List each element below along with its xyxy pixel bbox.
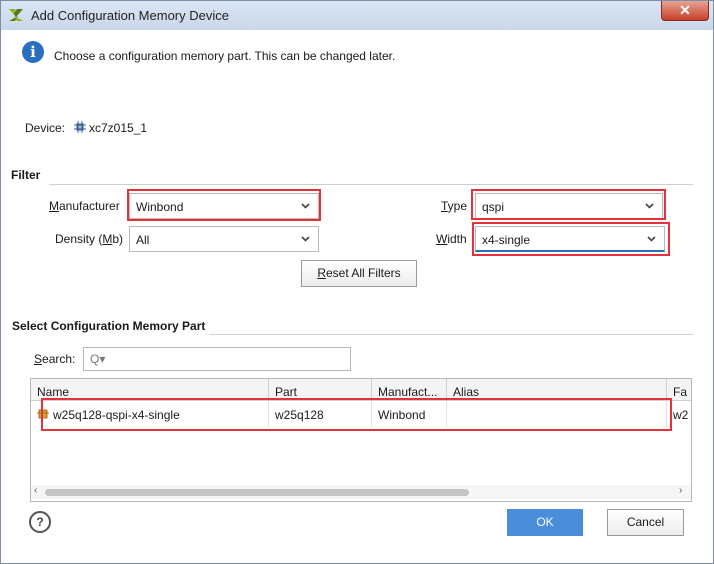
app-logo-icon	[9, 9, 23, 21]
manufacturer-highlight	[127, 189, 321, 221]
device-label: Device:	[25, 121, 66, 135]
search-label: Search:	[34, 352, 76, 366]
filter-section-label: Filter	[11, 168, 41, 182]
select-divider	[209, 334, 693, 335]
density-select[interactable]: All	[129, 226, 319, 252]
manufacturer-label: Manufacturer	[49, 199, 120, 213]
chevron-down-icon	[301, 236, 310, 242]
close-button[interactable]: ✕	[661, 1, 709, 21]
reset-filters-button[interactable]: Reset All Filters	[301, 260, 417, 287]
scrollbar-thumb[interactable]	[45, 489, 469, 496]
dialog-content: i Choose a configuration memory part. Th…	[9, 31, 705, 555]
scroll-right-icon[interactable]: ›	[679, 485, 682, 496]
info-message: Choose a configuration memory part. This…	[54, 49, 396, 63]
row-highlight	[41, 398, 672, 431]
search-input[interactable]: Q▾	[83, 347, 351, 371]
help-button[interactable]: ?	[29, 511, 51, 533]
horizontal-scrollbar[interactable]: ‹ ›	[31, 485, 691, 499]
scroll-left-icon[interactable]: ‹	[34, 485, 37, 496]
density-value: All	[136, 233, 150, 247]
info-icon: i	[22, 41, 44, 63]
select-section-label: Select Configuration Memory Part	[12, 319, 206, 333]
dialog-window: Add Configuration Memory Device ✕ i Choo…	[0, 0, 714, 564]
density-label: Density (Mb)	[55, 232, 124, 246]
type-label: Type	[441, 199, 468, 213]
ok-button[interactable]: OK	[507, 509, 583, 536]
type-highlight	[471, 189, 666, 220]
title-bar: Add Configuration Memory Device ✕	[1, 1, 713, 30]
parts-table: Name Part Manufact... Alias Fa w25q128-q…	[30, 378, 692, 502]
cancel-button[interactable]: Cancel	[607, 509, 684, 536]
chip-icon	[74, 121, 86, 133]
window-title: Add Configuration Memory Device	[31, 8, 229, 23]
search-icon: Q▾	[90, 352, 106, 366]
width-highlight	[472, 222, 670, 256]
width-label: Width	[436, 232, 467, 246]
device-value: xc7z015_1	[89, 121, 148, 135]
filter-divider	[49, 184, 693, 185]
